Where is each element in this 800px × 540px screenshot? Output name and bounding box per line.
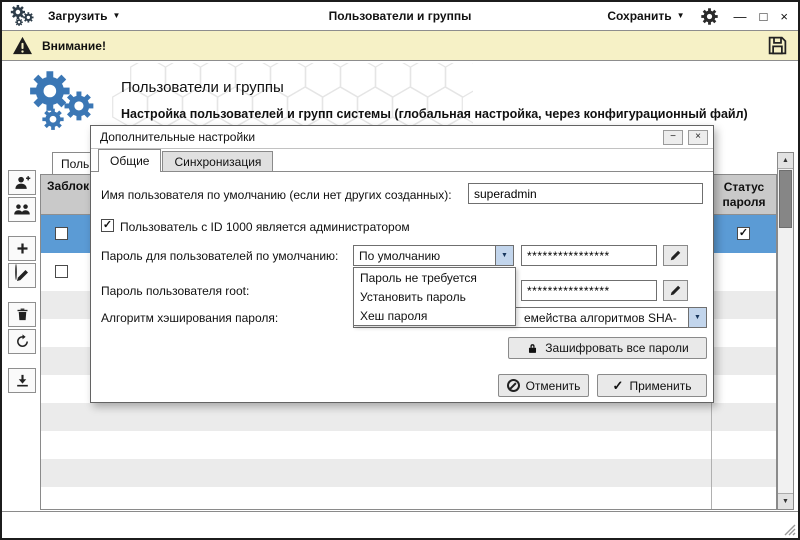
gear-icon [700, 7, 718, 25]
edit-default-password-button[interactable] [663, 245, 688, 266]
dropdown-option[interactable]: Установить пароль [354, 287, 515, 306]
titlebar-left: Загрузить ▼ [10, 4, 124, 28]
dialog-additional-settings: Дополнительные настройки − × Общие Синхр… [90, 125, 714, 403]
delete-button[interactable] [8, 302, 36, 327]
edit-root-password-button[interactable] [663, 280, 688, 301]
pencil-icon [669, 249, 682, 262]
check-icon: ✓ [738, 227, 749, 239]
root-password-label: Пароль пользователя root: [101, 284, 250, 298]
default-password-mode-select[interactable]: По умолчанию ▼ [353, 245, 514, 266]
resize-grip[interactable] [784, 524, 796, 536]
default-username-label: Имя пользователя по умолчанию (если нет … [101, 188, 452, 202]
maximize-button[interactable]: □ [758, 10, 770, 23]
encrypt-all-passwords-label: Зашифровать все пароли [545, 341, 689, 355]
admin-id1000-label: Пользователь с ID 1000 является админист… [120, 220, 410, 234]
save-file-button[interactable] [767, 35, 788, 56]
blocked-checkbox[interactable] [55, 265, 68, 278]
hash-algorithm-label: Алгоритм хэширования пароля: [101, 311, 279, 325]
warning-triangle-icon [12, 36, 33, 55]
edit-button[interactable] [8, 263, 36, 288]
app-logo-gears-icon [10, 4, 36, 28]
default-password-mode-value: По умолчанию [359, 248, 441, 263]
caret-down-icon: ▼ [112, 11, 121, 20]
cancel-button[interactable]: Отменить [498, 374, 589, 397]
root-password-input[interactable] [521, 280, 657, 301]
default-password-input[interactable] [521, 245, 657, 266]
scrollbar-thumb[interactable] [779, 170, 792, 228]
download-icon [15, 373, 30, 388]
tab-general[interactable]: Общие [98, 149, 162, 172]
tab-synchronization[interactable]: Синхронизация [162, 151, 274, 172]
dialog-titlebar: Дополнительные настройки − × [91, 126, 713, 149]
encrypt-all-passwords-button[interactable]: Зашифровать все пароли [508, 337, 707, 359]
apply-label: Применить [629, 378, 692, 393]
dialog-title: Дополнительные настройки [100, 130, 256, 144]
side-toolbar [8, 170, 36, 393]
check-icon: ✓ [102, 219, 113, 231]
window-controls: — □ × [732, 10, 790, 23]
export-button[interactable] [8, 368, 36, 393]
caret-down-icon: ▼ [676, 11, 685, 20]
column-header-password-status: Статус пароля [711, 175, 776, 214]
plus-icon [15, 241, 30, 256]
users-group-icon [13, 201, 31, 218]
scroll-up-button[interactable]: ▲ [778, 153, 793, 169]
load-menu-button[interactable]: Загрузить ▼ [44, 7, 124, 25]
cancel-icon [506, 379, 520, 392]
default-username-input[interactable] [468, 183, 703, 204]
lock-icon [526, 342, 539, 355]
chevron-down-icon: ▼ [688, 308, 706, 327]
titlebar: Загрузить ▼ Пользователи и группы Сохран… [2, 2, 798, 31]
save-menu-label: Сохранить [607, 9, 672, 23]
dropdown-option[interactable]: Пароль не требуется [354, 268, 515, 287]
warning-bar: Внимание! [2, 30, 798, 61]
settings-gear-button[interactable] [700, 7, 718, 25]
close-button[interactable]: × [778, 10, 790, 23]
groups-button[interactable] [8, 197, 36, 222]
default-password-label: Пароль для пользователей по умолчанию: [101, 249, 339, 263]
check-icon: ✓ [612, 378, 624, 393]
password-mode-dropdown-list: Пароль не требуется Установить пароль Хе… [353, 267, 516, 326]
apply-button[interactable]: ✓ Применить [597, 374, 707, 397]
password-status-radio[interactable] [15, 264, 17, 280]
chevron-down-icon: ▼ [495, 246, 513, 265]
trash-icon [15, 307, 30, 322]
titlebar-right: Сохранить ▼ — □ × [603, 7, 790, 25]
page-title: Пользователи и группы [121, 79, 284, 96]
add-user-button[interactable] [8, 170, 36, 195]
refresh-icon [15, 334, 30, 349]
password-status-checkbox[interactable]: ✓ [737, 227, 750, 240]
pencil-icon [669, 284, 682, 297]
warning-text: Внимание! [42, 38, 106, 53]
create-button[interactable] [8, 236, 36, 261]
dialog-tabs: Общие Синхронизация [98, 149, 274, 172]
minimize-button[interactable]: — [732, 10, 749, 23]
dropdown-option[interactable]: Хеш пароля [354, 306, 515, 325]
page-subtitle: Настройка пользователей и групп системы … [121, 107, 748, 121]
add-user-icon [14, 174, 31, 191]
cancel-label: Отменить [525, 378, 581, 393]
app-window: Загрузить ▼ Пользователи и группы Сохран… [0, 0, 800, 540]
blocked-checkbox[interactable] [55, 227, 68, 240]
status-bar [2, 511, 798, 538]
admin-id1000-checkbox[interactable]: ✓ [101, 219, 114, 232]
scroll-down-button[interactable]: ▼ [778, 493, 793, 509]
vertical-scrollbar[interactable]: ▲ ▼ [777, 152, 794, 510]
save-menu-button[interactable]: Сохранить ▼ [603, 7, 688, 25]
dialog-close-button[interactable]: × [688, 129, 708, 145]
refresh-button[interactable] [8, 329, 36, 354]
diskette-icon [767, 35, 788, 56]
load-menu-label: Загрузить [48, 9, 108, 23]
dialog-minimize-button[interactable]: − [663, 129, 683, 145]
